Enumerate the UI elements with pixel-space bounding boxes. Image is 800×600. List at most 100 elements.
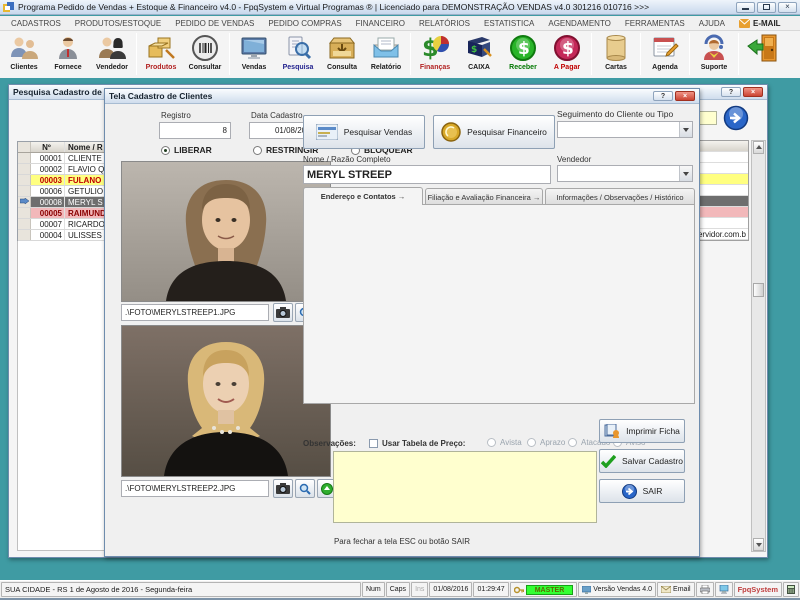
status-location: SUA CIDADE - RS 1 de Agosto de 2016 - Se… xyxy=(1,582,361,597)
vertical-scrollbar[interactable] xyxy=(751,140,766,552)
gutter-cell xyxy=(18,142,31,152)
toolbar-label: A Pagar xyxy=(553,64,581,71)
observacoes-textarea[interactable] xyxy=(333,451,597,523)
scrollbar-thumb[interactable] xyxy=(753,283,764,297)
toolbar-button-vendedor[interactable]: Vendedor xyxy=(90,32,134,77)
tab-informacoes-historico[interactable]: Informações / Observações / Histórico xyxy=(545,188,695,205)
usar-tabela-label: Usar Tabela de Preço: xyxy=(382,439,466,448)
app-icon xyxy=(3,1,14,12)
menu-cadastros[interactable]: CADASTROS xyxy=(4,18,68,29)
toolbar-label: Vendas xyxy=(241,64,267,71)
menu-pedido-de-vendas[interactable]: PEDIDO DE VENDAS xyxy=(168,18,261,29)
menu-relatorios[interactable]: RELATÓRIOS xyxy=(412,18,477,29)
status-num-lock: Num xyxy=(361,582,385,597)
row-pointer-icon xyxy=(19,198,29,205)
menu-agendamento[interactable]: AGENDAMENTO xyxy=(541,18,618,29)
tab-endereco-contatos[interactable]: Endereço e Contatos → xyxy=(303,187,423,205)
salvar-cadastro-button[interactable]: Salvar Cadastro xyxy=(599,449,685,473)
radio-avista[interactable]: Avista xyxy=(487,438,522,447)
go-search-button[interactable] xyxy=(723,105,749,133)
chevron-down-icon xyxy=(679,122,692,137)
print-icon xyxy=(604,424,620,438)
window-title: Programa Pedido de Vendas + Estoque & Fi… xyxy=(18,2,650,12)
toolbar-button-a-pagar[interactable]: $ A Pagar xyxy=(545,32,589,77)
menu-email[interactable]: E-MAIL xyxy=(732,18,788,29)
support-icon xyxy=(700,32,728,64)
help-icon[interactable]: ? xyxy=(653,91,673,101)
pesquisar-financeiro-button[interactable]: Pesquisar Financeiro xyxy=(433,115,555,149)
titlebar: Programa Pedido de Vendas + Estoque & Fi… xyxy=(0,0,800,15)
menu-pedido-compras[interactable]: PEDIDO COMPRAS xyxy=(261,18,348,29)
status-insert: Ins xyxy=(411,582,429,597)
close-icon[interactable]: × xyxy=(675,91,695,101)
products-icon xyxy=(146,32,176,64)
toolbar-button-clientes[interactable]: Clientes xyxy=(2,32,46,77)
toolbar-button-caixa[interactable]: $ CAIXA xyxy=(457,32,501,77)
pesquisar-vendas-button[interactable]: Pesquisar Vendas xyxy=(303,115,425,149)
maximize-icon[interactable] xyxy=(757,1,776,13)
close-icon[interactable]: × xyxy=(778,1,797,13)
scroll-down-icon[interactable] xyxy=(753,538,764,551)
menu-email-label: E-MAIL xyxy=(753,18,781,28)
radio-aprazo[interactable]: Aprazo xyxy=(527,438,565,447)
camera-icon xyxy=(276,307,290,318)
toolbar-button-agenda[interactable]: Agenda xyxy=(643,32,687,77)
toolbar-button-consulta[interactable]: Consulta xyxy=(320,32,364,77)
email-icon xyxy=(661,586,672,593)
toolbar-button-vendas[interactable]: Vendas xyxy=(232,32,276,77)
scroll-up-icon[interactable] xyxy=(753,141,764,154)
photo1-path-input[interactable] xyxy=(121,304,269,321)
radio-liberar[interactable]: LIBERAR xyxy=(161,145,212,155)
toolbar-button-fornece[interactable]: Fornece xyxy=(46,32,90,77)
toolbar-button-cartas[interactable]: Cartas xyxy=(594,32,638,77)
chevron-down-icon xyxy=(679,166,692,181)
client-photo-2 xyxy=(121,325,331,477)
toolbar-button-relatorio[interactable]: Relatório xyxy=(364,32,408,77)
menu-financeiro[interactable]: FINANCEIRO xyxy=(349,18,412,29)
seguimento-label: Seguimento do Cliente ou Tipo xyxy=(557,109,674,119)
tab-filiacao-financeira[interactable]: Filiação e Avaliação Financeira → xyxy=(425,188,543,205)
toolbar-button-pesquisa[interactable]: Pesquisa xyxy=(276,32,320,77)
status-date: 01/08/2016 xyxy=(429,582,473,597)
vendedor-dropdown[interactable] xyxy=(557,165,693,182)
toolbar-button-produtos[interactable]: Produtos xyxy=(139,32,183,77)
toolbar-label: Agenda xyxy=(652,64,678,71)
toolbar-label: Clientes xyxy=(10,64,38,71)
monitor-icon xyxy=(239,32,269,64)
toolbar-button-consultar[interactable]: Consultar xyxy=(183,32,227,77)
menu-estatistica[interactable]: ESTATISTICA xyxy=(477,18,541,29)
menu-ferramentas[interactable]: FERRAMENTAS xyxy=(618,18,692,29)
toolbar-label: Receber xyxy=(509,64,537,71)
dialog-title: Tela Cadastro de Clientes xyxy=(109,91,213,101)
toolbar-separator xyxy=(738,33,739,75)
camera-button[interactable] xyxy=(273,303,293,322)
barcode-icon xyxy=(191,32,219,64)
registro-input[interactable] xyxy=(159,122,231,139)
status-caps-lock: Caps xyxy=(385,582,411,597)
close-icon[interactable]: × xyxy=(743,87,763,97)
inbox-icon xyxy=(327,32,357,64)
toolbar-label: Cartas xyxy=(605,64,627,71)
menu-ajuda[interactable]: AJUDA xyxy=(692,18,732,29)
photo2-path-input[interactable] xyxy=(121,480,269,497)
magnifier-icon xyxy=(299,483,311,495)
sair-button[interactable]: SAIR xyxy=(599,479,685,503)
menu-produtos-estoque[interactable]: PRODUTOS/ESTOQUE xyxy=(68,18,168,29)
help-icon[interactable]: ? xyxy=(721,87,741,97)
toolbar-label: Finanças xyxy=(419,64,451,71)
minimize-icon[interactable] xyxy=(736,1,755,13)
dialog-titlebar[interactable]: Tela Cadastro de Clientes ? × xyxy=(105,89,699,104)
nome-input[interactable] xyxy=(303,165,551,184)
sales-card-icon xyxy=(315,124,338,140)
toolbar-button-exit[interactable] xyxy=(741,32,785,77)
imprimir-ficha-button[interactable]: Imprimir Ficha xyxy=(599,419,685,443)
usar-tabela-checkbox[interactable] xyxy=(369,439,378,448)
camera-button[interactable] xyxy=(273,479,293,498)
status-email[interactable]: Email xyxy=(657,582,695,597)
col-num-header[interactable]: Nº xyxy=(31,142,65,152)
toolbar-button-receber[interactable]: $ Receber xyxy=(501,32,545,77)
toolbar-button-financas[interactable]: $ Finanças xyxy=(413,32,457,77)
zoom-photo-button[interactable] xyxy=(295,479,315,498)
seguimento-dropdown[interactable] xyxy=(557,121,693,138)
toolbar-button-suporte[interactable]: Suporte xyxy=(692,32,736,77)
